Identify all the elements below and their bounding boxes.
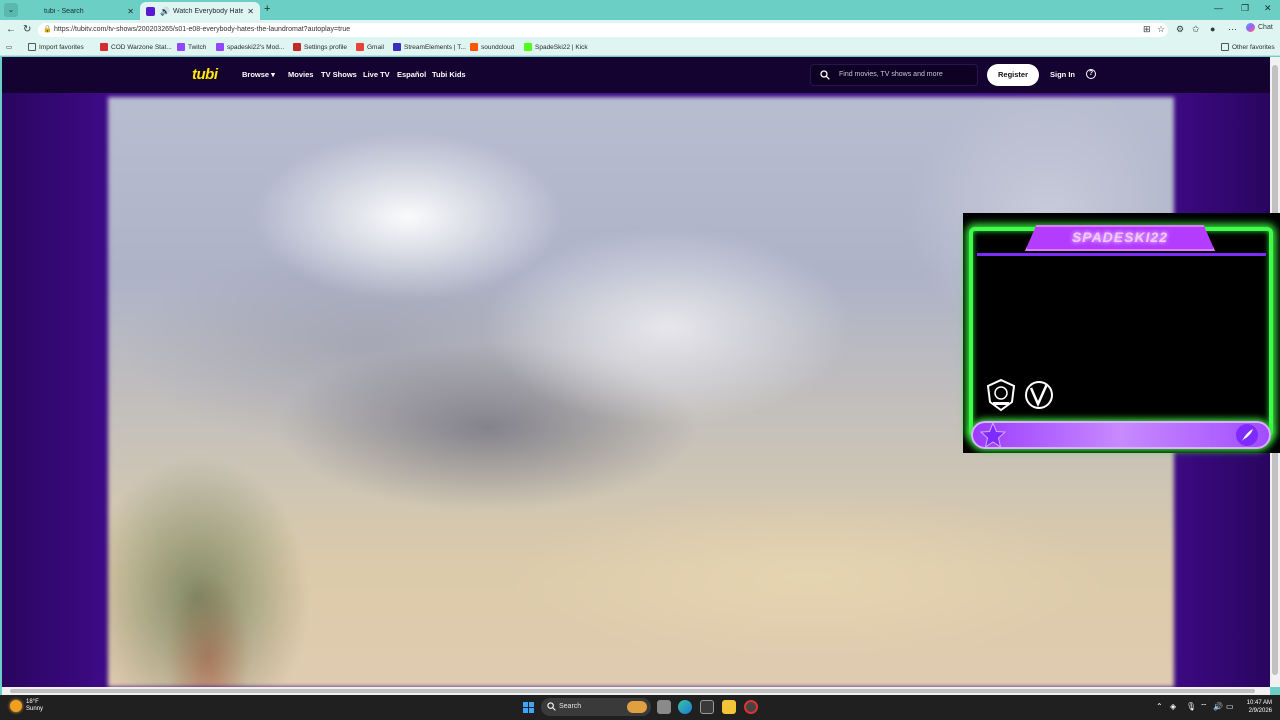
tab-title: tubi - Search	[44, 7, 84, 15]
overlay-name-bar	[971, 421, 1271, 449]
nav-tv-shows[interactable]: TV Shows	[321, 70, 357, 79]
maximize-button[interactable]: ❐	[1241, 3, 1249, 14]
favorite-gmail[interactable]: Gmail	[356, 43, 384, 51]
new-tab-button[interactable]: +	[264, 3, 270, 15]
show-hidden-icons-icon[interactable]: ⌃	[1156, 702, 1163, 711]
nav-browse[interactable]: Browse ▾	[242, 70, 275, 79]
cod-icon	[100, 43, 108, 51]
file-explorer-icon[interactable]	[722, 700, 736, 714]
task-view-icon[interactable]	[657, 700, 671, 714]
minimize-button[interactable]: —	[1214, 3, 1223, 13]
app-available-icon[interactable]: ⊞	[1143, 24, 1151, 35]
favorite-kick[interactable]: SpadeSki22 | Kick	[524, 43, 588, 51]
copilot-chat-button[interactable]: Chat	[1246, 23, 1273, 32]
favorite-soundcloud[interactable]: soundcloud	[470, 43, 514, 51]
streamelements-icon	[393, 43, 401, 51]
close-icon[interactable]: ✕	[127, 7, 134, 16]
search-placeholder: Find movies, TV shows and more	[839, 71, 943, 78]
tubi-header: tubi Browse ▾ Movies TV Shows Live TV Es…	[2, 57, 1270, 93]
nav-espanol[interactable]: Español	[397, 70, 426, 79]
overlay-divider	[977, 253, 1266, 256]
favorites-icon[interactable]: ✩	[1192, 24, 1200, 35]
tab-strip: ⌄ tubi - Search ✕ 🔊 Watch Everybody Hate…	[0, 0, 1280, 20]
copilot-icon	[1246, 23, 1255, 32]
sign-in-link[interactable]: Sign In	[1050, 70, 1075, 79]
address-bar[interactable]: 🔒 https://tubitv.com/tv-shows/200203265/…	[38, 23, 1168, 37]
clock-date: 2/9/2026	[1248, 708, 1272, 714]
refresh-button[interactable]: ↻	[23, 24, 31, 35]
search-icon	[30, 6, 39, 16]
tab-title: Watch Everybody Hates Chris	[172, 7, 244, 15]
taskbar-search-label: Search	[559, 703, 582, 710]
favorite-streamelements[interactable]: StreamElements | T...	[393, 43, 466, 51]
twitch-icon	[177, 43, 185, 51]
vk-logo-icon	[1025, 381, 1053, 409]
gmail-icon	[356, 43, 364, 51]
search-icon	[820, 70, 830, 80]
close-window-button[interactable]: ✕	[1264, 3, 1272, 14]
volume-icon[interactable]: 🔊	[1213, 702, 1223, 711]
battery-icon[interactable]: ▭	[1226, 702, 1234, 711]
horizontal-scrollbar[interactable]	[2, 687, 1270, 695]
audio-playing-icon[interactable]: 🔊	[160, 7, 170, 16]
lock-icon[interactable]: 🔒	[43, 23, 52, 37]
folder-icon	[28, 43, 36, 51]
twitch-icon	[216, 43, 224, 51]
close-icon[interactable]: ✕	[247, 7, 254, 16]
other-favorites[interactable]: Other favorites	[1221, 43, 1275, 51]
obs-icon[interactable]	[744, 700, 758, 714]
favorite-cod-warzone[interactable]: COD Warzone Stat...	[100, 43, 172, 51]
nav-movies[interactable]: Movies	[288, 70, 313, 79]
app-icon[interactable]	[700, 700, 714, 714]
feather-icon	[1236, 424, 1258, 446]
taskbar-search[interactable]: Search	[541, 698, 651, 716]
edge-icon[interactable]	[678, 700, 692, 714]
star-icon	[979, 421, 1007, 449]
weather-condition: Sunny	[26, 706, 44, 712]
favorite-star-icon[interactable]: ☆	[1157, 24, 1165, 35]
overlay-title: SPADESKI22	[1071, 229, 1169, 245]
network-app-icon[interactable]: ◈	[1170, 702, 1176, 711]
search-icon	[547, 702, 556, 711]
tubi-favicon-icon	[146, 6, 155, 16]
nav-tubi-kids[interactable]: Tubi Kids	[432, 70, 466, 79]
extensions-icon[interactable]: ⚙	[1176, 24, 1184, 35]
weather-widget[interactable]: 18°F Sunny	[10, 699, 43, 713]
windows-start-icon[interactable]	[523, 702, 534, 713]
search-highlight-icon	[627, 701, 647, 713]
more-options-icon[interactable]: ⋯	[1228, 24, 1237, 35]
favorite-twitch[interactable]: Twitch	[177, 43, 206, 51]
settings-profile-icon	[293, 43, 301, 51]
favorite-import[interactable]: Import favorites	[28, 43, 84, 51]
register-button[interactable]: Register	[987, 64, 1039, 86]
help-icon[interactable]: ?	[1086, 69, 1096, 79]
soundcloud-icon	[470, 43, 478, 51]
tab-everybody-hates-chris[interactable]: 🔊 Watch Everybody Hates Chris ✕	[140, 2, 260, 20]
address-toolbar: ← ↻ 🔒 https://tubitv.com/tv-shows/200203…	[0, 20, 1280, 40]
favorites-bar: ▭ Import favorites COD Warzone Stat... T…	[0, 40, 1280, 56]
clock[interactable]: 10:47 AM 2/9/2026	[1240, 699, 1272, 715]
tab-actions-menu-icon[interactable]: ⌄	[4, 3, 18, 17]
folder-icon	[1221, 43, 1229, 51]
profile-avatar-icon[interactable]: ●	[1210, 24, 1215, 34]
url-text: https://tubitv.com/tv-shows/200203265/s0…	[54, 26, 351, 33]
stream-webcam-overlay: SPADESKI22	[963, 213, 1280, 453]
kick-icon	[524, 43, 532, 51]
clock-time: 10:47 AM	[1246, 700, 1272, 706]
back-button[interactable]: ←	[6, 24, 16, 35]
nav-live-tv[interactable]: Live TV	[363, 70, 390, 79]
sidebar-toggle-icon[interactable]: ▭	[6, 43, 12, 51]
favorite-twitch-mod[interactable]: spadeski22's Mod...	[216, 43, 284, 51]
tab-tubi-search[interactable]: tubi - Search ✕	[24, 2, 140, 20]
windows-taskbar: 18°F Sunny Search ⌃ ◈ 🎙 ⌔ 🔊 ▭ 10:47 AM 2…	[0, 695, 1280, 720]
microphone-icon[interactable]: 🎙	[1186, 702, 1196, 711]
wifi-icon[interactable]: ⌔	[1200, 702, 1208, 712]
chat-label: Chat	[1258, 24, 1273, 31]
search-input[interactable]: Find movies, TV shows and more	[810, 64, 978, 86]
weather-temp: 18°F	[26, 699, 39, 705]
clan-crest-icon	[986, 378, 1016, 412]
sun-icon	[10, 700, 22, 712]
tubi-logo[interactable]: tubi	[192, 66, 218, 83]
favorite-settings-profile[interactable]: Settings profile	[293, 43, 347, 51]
